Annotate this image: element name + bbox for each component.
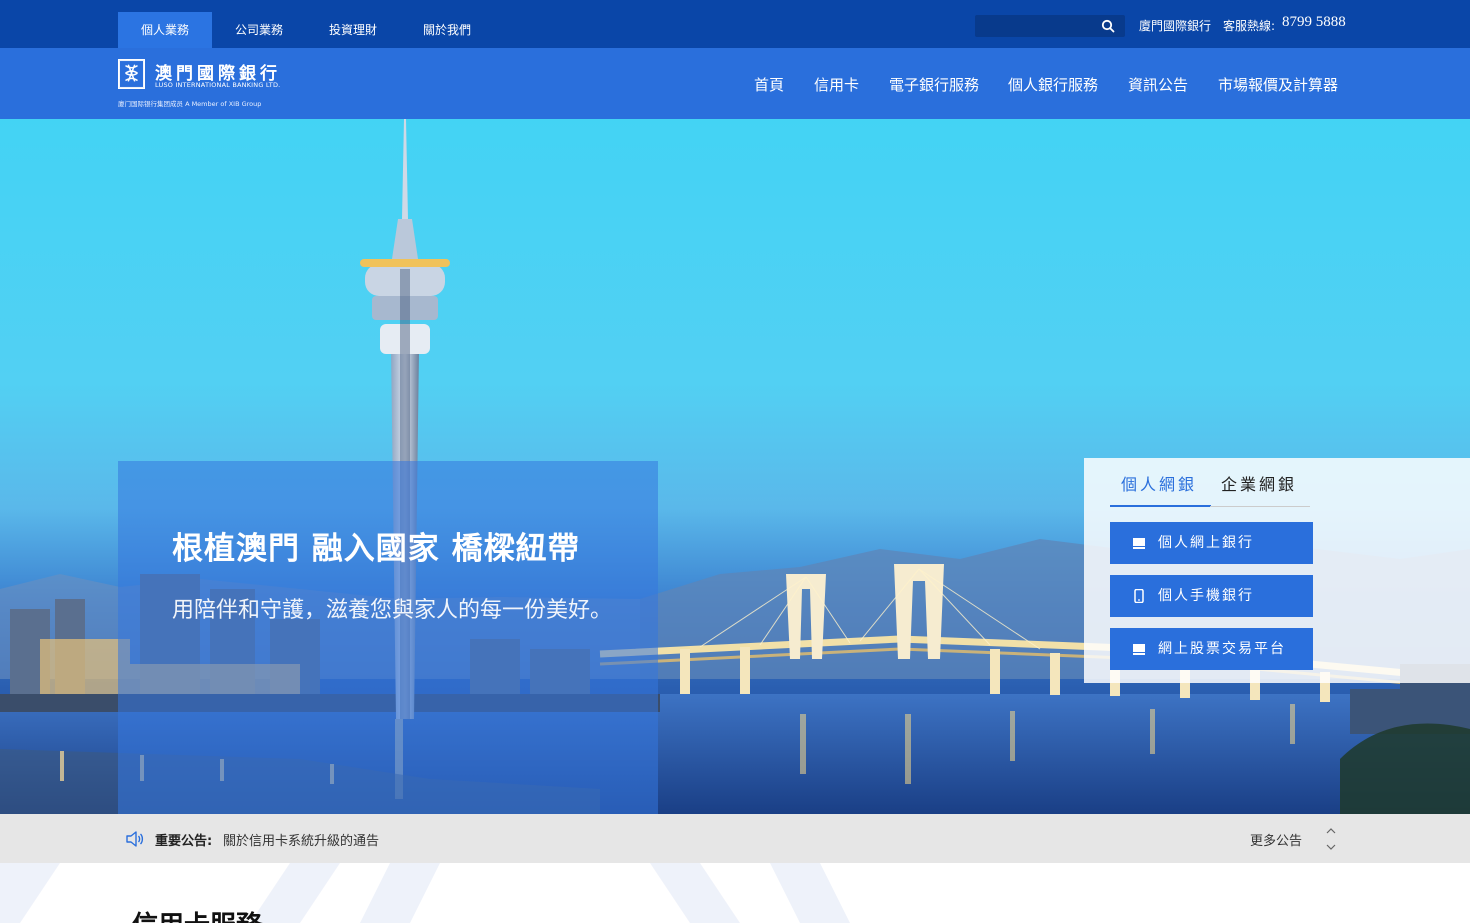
hero-slogan-panel: 根植澳門 融入國家 橋樑紐帶 用陪伴和守護，滋養您與家人的每一份美好。	[118, 461, 658, 814]
notice-scroll-arrows[interactable]	[1324, 825, 1338, 853]
personal-mobile-banking-label: 個人手機銀行	[1158, 588, 1254, 604]
bank-logo-mark	[118, 59, 145, 89]
hero-title: 根植澳門 融入國家 橋樑紐帶	[172, 531, 580, 567]
personal-online-banking-button[interactable]: 個人網上銀行	[1110, 522, 1313, 564]
online-stock-trading-button[interactable]: 網上股票交易平台	[1110, 628, 1313, 670]
logo-english-name: LUSO INTERNATIONAL BANKING LTD.	[155, 81, 281, 89]
segment-tab-investment[interactable]: 投資理財	[306, 12, 400, 48]
announcement-bar: 重要公告: 關於信用卡系統升級的通告 更多公告	[0, 814, 1470, 863]
notice-label: 重要公告:	[155, 834, 213, 849]
notice-link[interactable]: 關於信用卡系統升級的通告	[223, 830, 379, 849]
group-bank-link[interactable]: 廈門國際銀行	[1139, 17, 1211, 34]
segment-tab-corporate[interactable]: 公司業務	[212, 12, 306, 48]
main-header: 澳門國際銀行 LUSO INTERNATIONAL BANKING LTD. 廈…	[0, 48, 1470, 119]
nav-personal-banking[interactable]: 個人銀行服務	[1008, 74, 1098, 95]
desktop-icon	[1133, 538, 1145, 549]
desktop-icon	[1133, 644, 1145, 655]
nav-home[interactable]: 首頁	[754, 74, 784, 95]
section-title: 信用卡服務	[132, 905, 262, 923]
nav-e-banking[interactable]: 電子銀行服務	[889, 74, 979, 95]
logo-group-member: 廈门国际银行集团成员 A Member of XIB Group	[118, 100, 262, 108]
more-notices-link[interactable]: 更多公告	[1250, 830, 1302, 849]
nav-market-quotes[interactable]: 市場報價及計算器	[1218, 74, 1338, 95]
personal-online-banking-label: 個人網上銀行	[1158, 535, 1254, 551]
credit-card-section: 信用卡服務	[0, 863, 1470, 923]
speaker-icon	[126, 831, 144, 847]
bank-logo[interactable]: 澳門國際銀行 LUSO INTERNATIONAL BANKING LTD. 廈…	[118, 59, 288, 111]
chevron-up-icon	[1326, 828, 1336, 834]
hotline-number: 8799 5888	[1282, 14, 1346, 30]
online-stock-trading-label: 網上股票交易平台	[1158, 641, 1286, 657]
tab-corporate-ebanking[interactable]: 企業網銀	[1210, 474, 1310, 507]
online-banking-panel: 個人網銀 企業網銀 個人網上銀行 個人手機銀行 網上股票交易平台	[1084, 458, 1470, 683]
top-utility-bar: 個人業務 公司業務 投資理財 關於我們 廈門國際銀行 客服熱線: 8799 58…	[0, 0, 1470, 48]
search-input[interactable]	[975, 15, 1097, 37]
segment-tab-about[interactable]: 關於我們	[400, 12, 494, 48]
chevron-down-icon	[1326, 844, 1336, 850]
personal-mobile-banking-button[interactable]: 個人手機銀行	[1110, 575, 1313, 617]
hero-banner: 根植澳門 融入國家 橋樑紐帶 用陪伴和守護，滋養您與家人的每一份美好。 個人網銀…	[0, 119, 1470, 814]
mobile-icon	[1134, 589, 1144, 603]
search-box	[975, 15, 1125, 37]
tab-personal-ebanking[interactable]: 個人網銀	[1110, 474, 1211, 507]
hero-subtitle: 用陪伴和守護，滋養您與家人的每一份美好。	[172, 598, 613, 623]
search-icon[interactable]	[1101, 19, 1115, 33]
hotline-label: 客服熱線:	[1223, 19, 1276, 33]
nav-announcements[interactable]: 資訊公告	[1128, 74, 1188, 95]
nav-credit-card[interactable]: 信用卡	[814, 74, 859, 95]
segment-tab-personal[interactable]: 個人業務	[118, 12, 212, 48]
